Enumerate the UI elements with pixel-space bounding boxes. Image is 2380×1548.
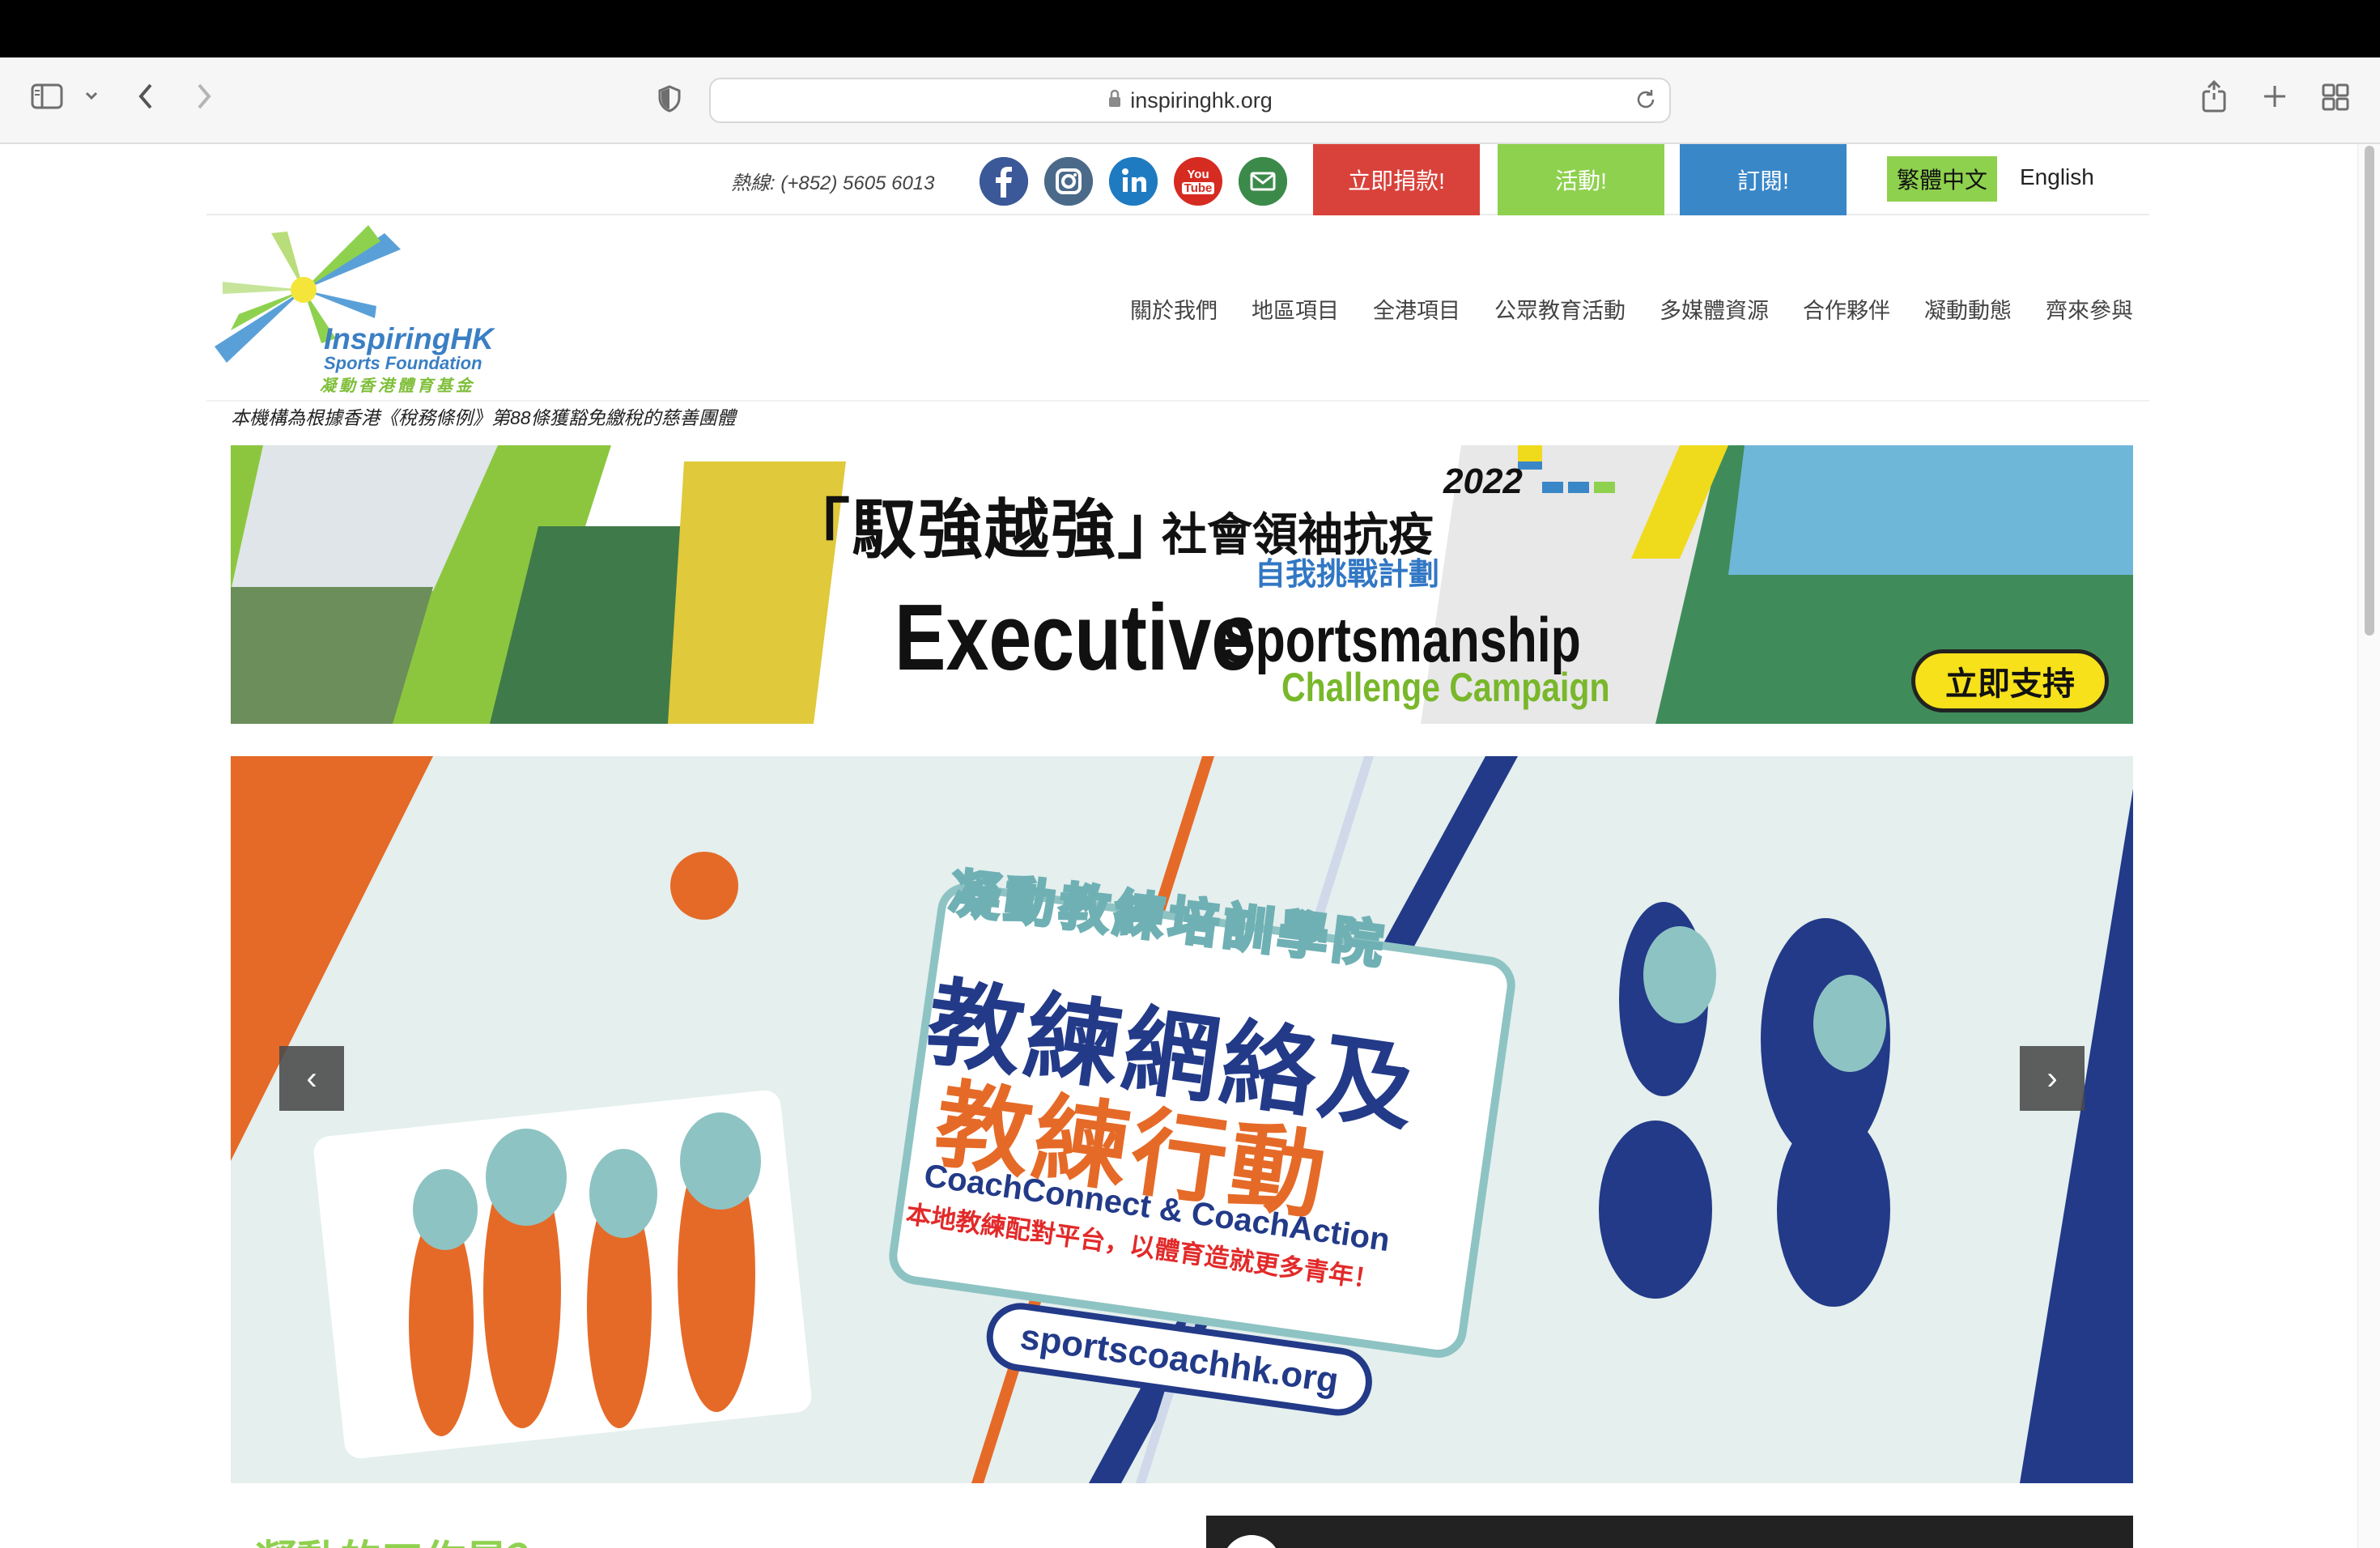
menu-bar [0, 0, 2380, 57]
new-tab-icon[interactable] [2262, 83, 2288, 109]
url-text: inspiringhk.org [1130, 87, 1273, 113]
nav-multimedia[interactable]: 多媒體資源 [1660, 293, 1769, 325]
share-icon[interactable] [2200, 80, 2228, 113]
donate-button[interactable]: 立即捐款! [1313, 144, 1480, 215]
campaign-title-cn: 「馭強越強」 [785, 492, 1184, 568]
nav-about[interactable]: 關於我們 [1130, 293, 1218, 325]
campaign-title-en3: Challenge Campaign [1281, 665, 1610, 710]
video-embed[interactable] [1206, 1516, 2133, 1548]
tab-overview-icon[interactable] [2322, 83, 2349, 111]
sidebar-toggle-icon[interactable] [31, 83, 63, 109]
subscribe-button[interactable]: 訂閱! [1680, 144, 1847, 215]
campaign-year: 2022 [1443, 461, 1523, 501]
utility-bar: 熱線: (+852) 5605 6013 You Tube 立即捐款! 活動! … [206, 144, 2149, 215]
lang-zh-button[interactable]: 繁體中文 [1887, 156, 1997, 202]
lang-en-link[interactable]: English [2020, 164, 2094, 190]
scrollbar-thumb[interactable] [2365, 146, 2374, 636]
nav-district[interactable]: 地區項目 [1252, 293, 1339, 325]
nav-partners[interactable]: 合作夥伴 [1803, 293, 1890, 325]
reload-icon[interactable] [1634, 87, 1658, 116]
nav-join[interactable]: 齊來參與 [2046, 293, 2133, 325]
nav-news[interactable]: 凝動動態 [1924, 293, 2012, 325]
site-header: InspiringHK Sports Foundation 凝動香港體育基金 關… [206, 215, 2149, 402]
lock-icon [1107, 89, 1122, 113]
back-icon[interactable] [136, 82, 155, 111]
logo-sub: Sports Foundation [324, 353, 482, 373]
campaign-banner[interactable]: 2022 「馭強越強」 社會領袖抗疫 自我挑戰計劃 Executive Spor… [231, 445, 2133, 724]
browser-toolbar: inspiringhk.org [0, 57, 2380, 144]
hotline-text: 熱線: (+852) 5605 6013 [731, 172, 935, 194]
page-scrollbar[interactable] [2357, 144, 2380, 1548]
instagram-icon[interactable] [1044, 157, 1093, 206]
charity-note: 本機構為根據香港《稅務條例》第88條獲豁免繳稅的慈善團體 [231, 407, 736, 428]
events-button[interactable]: 活動! [1498, 144, 1664, 215]
slider-next-button[interactable]: › [2020, 1046, 2085, 1111]
logo-cn: 凝動香港體育基金 [320, 377, 475, 395]
hero-slider: 凝動教練培訓學院 教練網絡及 教練行動 CoachConnect & Coach… [231, 756, 2133, 1483]
chevron-down-icon[interactable] [84, 90, 99, 101]
video-channel-avatar [1222, 1535, 1281, 1548]
forward-icon[interactable] [194, 82, 214, 111]
slider-prev-button[interactable]: ‹ [279, 1046, 344, 1111]
site-logo[interactable]: InspiringHK Sports Foundation 凝動香港體育基金 [206, 225, 514, 395]
linkedin-icon[interactable] [1109, 157, 1158, 206]
logo-name: InspiringHK [324, 322, 494, 355]
address-bar[interactable]: inspiringhk.org [709, 78, 1671, 123]
facebook-icon[interactable] [980, 157, 1028, 206]
email-icon[interactable] [1239, 157, 1287, 206]
section-title: 凝動的工作是？ [255, 1527, 550, 1548]
support-now-button[interactable]: 立即支持 [1911, 649, 2109, 712]
privacy-shield-icon[interactable] [657, 85, 682, 113]
campaign-subtitle-cn: 自我挑戰計劃 [1255, 558, 1440, 592]
youtube-icon[interactable]: You Tube [1174, 157, 1222, 206]
nav-territory[interactable]: 全港項目 [1373, 293, 1460, 325]
main-nav: 關於我們 地區項目 全港項目 公眾教育活動 多媒體資源 合作夥伴 凝動動態 齊來… [1130, 293, 2133, 325]
nav-public-education[interactable]: 公眾教育活動 [1494, 293, 1626, 325]
campaign-title-en1: Executive [895, 585, 1255, 690]
